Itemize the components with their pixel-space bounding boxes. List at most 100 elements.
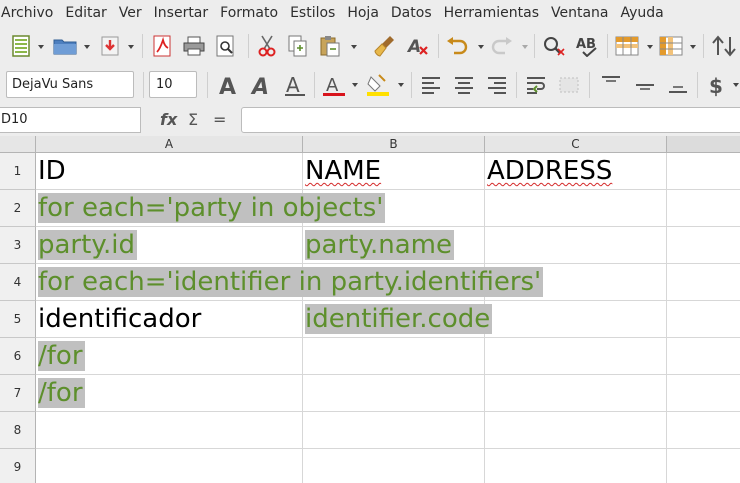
column-dropdown-icon[interactable] [690, 45, 696, 49]
save-icon[interactable] [98, 34, 122, 58]
menu-formato[interactable]: Formato [214, 0, 284, 26]
new-dropdown-icon[interactable] [38, 45, 44, 49]
cell-a7[interactable]: /for [36, 375, 85, 412]
menu-bar: Archivo Editar Ver Insertar Formato Esti… [0, 0, 740, 26]
bold-icon[interactable]: A [216, 72, 242, 98]
svg-text:A: A [406, 37, 421, 57]
row-header-6[interactable]: 6 [0, 338, 36, 375]
export-pdf-icon[interactable] [150, 34, 174, 58]
clear-formatting-icon[interactable]: A [405, 34, 431, 58]
cell-b1-text: NAME [305, 156, 382, 186]
row-header-4[interactable]: 4 [0, 264, 36, 301]
underline-icon[interactable]: A [282, 72, 308, 98]
column-icon[interactable] [657, 34, 685, 58]
svg-text:A: A [326, 75, 339, 96]
menu-herramientas[interactable]: Herramientas [438, 0, 545, 26]
paste-dropdown-icon[interactable] [351, 45, 357, 49]
row-header-8[interactable]: 8 [0, 412, 36, 449]
column-header-a[interactable]: A [36, 136, 303, 153]
italic-icon[interactable]: A [249, 72, 275, 98]
open-folder-icon[interactable] [52, 34, 78, 58]
redo-icon[interactable] [490, 34, 514, 58]
spelling-icon[interactable]: AB [574, 34, 602, 58]
merge-cells-icon[interactable] [556, 72, 582, 98]
select-all-corner[interactable] [0, 136, 36, 153]
font-size-input[interactable]: 10 [149, 71, 197, 98]
formula-button[interactable]: = [213, 110, 226, 130]
spreadsheet-window: Archivo Editar Ver Insertar Formato Esti… [0, 0, 740, 483]
font-color-icon[interactable]: A [321, 72, 347, 98]
print-preview-icon[interactable] [213, 34, 239, 58]
row-header-7[interactable]: 7 [0, 375, 36, 412]
copy-icon[interactable] [286, 34, 310, 58]
cell-b5[interactable]: identifier.code [303, 301, 493, 338]
cell-c1[interactable]: ADDRESS [485, 153, 612, 190]
cell-a4[interactable]: for each='identifier in party.identifier… [36, 264, 544, 301]
row-header-2[interactable]: 2 [0, 190, 36, 227]
cell-a6[interactable]: /for [36, 338, 85, 375]
row-header-5[interactable]: 5 [0, 301, 36, 338]
cell-b3[interactable]: party.name [303, 227, 454, 264]
highlight-color-icon[interactable] [364, 72, 392, 98]
formula-bar: D10 fx Σ = [0, 104, 740, 136]
align-center-icon[interactable] [451, 72, 477, 98]
undo-icon[interactable] [444, 34, 470, 58]
wrap-text-icon[interactable] [523, 72, 549, 98]
menu-estilos[interactable]: Estilos [284, 0, 341, 26]
menu-insertar[interactable]: Insertar [148, 0, 215, 26]
sum-button[interactable]: Σ [188, 110, 198, 130]
row-header-1[interactable]: 1 [0, 153, 36, 190]
currency-dropdown-icon[interactable] [733, 83, 739, 87]
open-dropdown-icon[interactable] [84, 45, 90, 49]
cell-a6-text: /for [38, 341, 85, 371]
align-left-icon[interactable] [418, 72, 444, 98]
cell-a7-text: /for [38, 378, 85, 408]
menu-ver[interactable]: Ver [113, 0, 148, 26]
paste-icon[interactable] [318, 34, 342, 58]
align-middle-icon[interactable] [632, 72, 658, 98]
standard-toolbar: A AB [0, 26, 740, 66]
find-replace-icon[interactable] [541, 34, 567, 58]
cell-b3-text: party.name [305, 230, 454, 260]
align-bottom-icon[interactable] [665, 72, 691, 98]
formula-input[interactable] [241, 107, 740, 133]
save-dropdown-icon[interactable] [128, 45, 134, 49]
menu-ventana[interactable]: Ventana [545, 0, 615, 26]
row-dropdown-icon[interactable] [647, 45, 653, 49]
print-icon[interactable] [181, 34, 207, 58]
menu-hoja[interactable]: Hoja [341, 0, 385, 26]
cell-a3[interactable]: party.id [36, 227, 137, 264]
clone-formatting-icon[interactable] [373, 34, 397, 58]
svg-text:A: A [219, 75, 236, 97]
font-color-dropdown-icon[interactable] [352, 83, 358, 87]
menu-datos[interactable]: Datos [385, 0, 438, 26]
new-document-icon[interactable] [9, 34, 33, 58]
align-right-icon[interactable] [484, 72, 510, 98]
cut-icon[interactable] [255, 34, 279, 58]
function-wizard-button[interactable]: fx [160, 110, 177, 130]
redo-dropdown-icon[interactable] [522, 45, 528, 49]
undo-dropdown-icon[interactable] [478, 45, 484, 49]
row-header-9[interactable]: 9 [0, 449, 36, 483]
menu-archivo[interactable]: Archivo [0, 0, 59, 26]
currency-icon[interactable]: $ [704, 72, 730, 98]
name-box[interactable]: D10 [0, 107, 141, 133]
cell-b1[interactable]: NAME [303, 153, 381, 190]
column-header-b[interactable]: B [303, 136, 485, 153]
highlight-dropdown-icon[interactable] [398, 83, 404, 87]
sort-icon[interactable] [710, 34, 738, 58]
cell-a5[interactable]: identificador [36, 301, 201, 338]
cell-a1[interactable]: ID [36, 153, 66, 190]
column-header-c[interactable]: C [485, 136, 667, 153]
row-header-3[interactable]: 3 [0, 227, 36, 264]
font-name-input[interactable]: DejaVu Sans [6, 71, 134, 98]
cell-a4-text: for each='identifier in party.identifier… [38, 267, 544, 297]
menu-editar[interactable]: Editar [59, 0, 112, 26]
svg-text:A: A [286, 73, 300, 97]
align-top-icon[interactable] [598, 72, 624, 98]
menu-ayuda[interactable]: Ayuda [615, 0, 670, 26]
row-icon[interactable] [613, 34, 641, 58]
svg-text:A: A [250, 75, 269, 97]
spreadsheet-grid[interactable]: A B C 1 2 3 4 5 6 7 8 9 ID NAME ADDRESS … [0, 136, 740, 483]
cell-a2[interactable]: for each='party in objects' [36, 190, 386, 227]
